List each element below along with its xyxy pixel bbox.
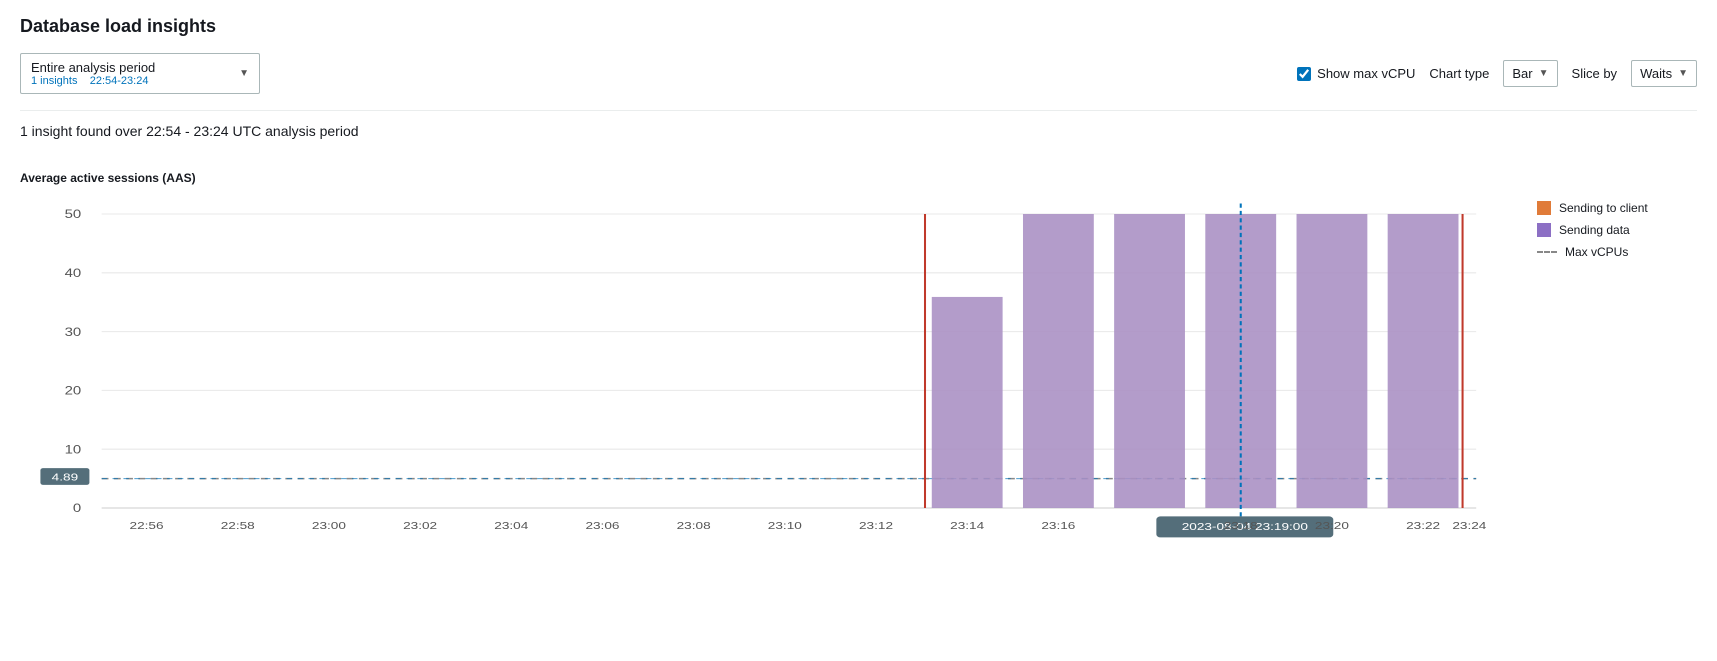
legend-label-max-vcpus: Max vCPUs (1565, 245, 1628, 259)
svg-text:23:24: 23:24 (1452, 519, 1486, 531)
svg-text:23:14: 23:14 (950, 519, 984, 531)
slice-by-label: Slice by (1572, 66, 1618, 81)
svg-text:23:08: 23:08 (677, 519, 711, 531)
legend-dash-max-vcpus (1537, 251, 1557, 253)
legend-color-purple (1537, 223, 1551, 237)
chart-type-arrow: ▼ (1539, 68, 1549, 79)
svg-text:10: 10 (65, 443, 82, 456)
page-container: Database load insights Entire analysis p… (0, 0, 1717, 632)
svg-text:23:02: 23:02 (403, 519, 437, 531)
svg-text:23:16: 23:16 (1041, 519, 1075, 531)
legend-item-sending-to-client: Sending to client (1537, 201, 1697, 215)
svg-text:22:56: 22:56 (130, 519, 164, 531)
slice-by-arrow: ▼ (1678, 68, 1688, 79)
svg-text:20: 20 (65, 384, 82, 397)
svg-text:23:06: 23:06 (585, 519, 619, 531)
svg-text:30: 30 (65, 325, 82, 338)
svg-text:23:12: 23:12 (859, 519, 893, 531)
svg-text:23:10: 23:10 (768, 519, 802, 531)
svg-text:23:18: 23:18 (1224, 519, 1258, 531)
chart-section: Average active sessions (AAS) 50 40 30 2… (20, 171, 1697, 616)
slice-by-value: Waits (1640, 66, 1672, 81)
show-max-vcpu-wrap[interactable]: Show max vCPU (1297, 66, 1415, 81)
legend-item-sending-data: Sending data (1537, 223, 1697, 237)
svg-text:4.89: 4.89 (52, 471, 79, 483)
period-select-inner: Entire analysis period 1 insights 22:54-… (31, 60, 155, 87)
legend-color-orange (1537, 201, 1551, 215)
chart-type-select-wrap[interactable]: Bar ▼ (1503, 60, 1557, 87)
chart-type-label: Chart type (1429, 66, 1489, 81)
svg-text:50: 50 (65, 208, 82, 221)
svg-text:23:22: 23:22 (1406, 519, 1440, 531)
insight-text: 1 insight found over 22:54 - 23:24 UTC a… (20, 110, 1697, 151)
svg-text:22:58: 22:58 (221, 519, 255, 531)
show-max-vcpu-label: Show max vCPU (1317, 66, 1415, 81)
period-dropdown-arrow: ▼ (239, 68, 249, 79)
svg-text:23:00: 23:00 (312, 519, 346, 531)
period-sub: 1 insights 22:54-23:24 (31, 75, 155, 87)
slice-by-select-wrap[interactable]: Waits ▼ (1631, 60, 1697, 87)
chart-svg: 50 40 30 20 10 0 4.89 (20, 193, 1517, 613)
period-selector[interactable]: Entire analysis period 1 insights 22:54-… (20, 53, 260, 94)
chart-y-axis-label: Average active sessions (AAS) (20, 171, 1517, 185)
legend-label-sending-data: Sending data (1559, 223, 1630, 237)
legend-item-max-vcpus: Max vCPUs (1537, 245, 1697, 259)
svg-text:23:20: 23:20 (1315, 519, 1349, 531)
legend-area: Sending to client Sending data Max vCPUs (1537, 171, 1697, 616)
svg-text:23:04: 23:04 (494, 519, 528, 531)
period-label: Entire analysis period (31, 60, 155, 75)
show-max-vcpu-checkbox[interactable] (1297, 67, 1311, 81)
page-title: Database load insights (20, 16, 1697, 37)
svg-text:0: 0 (73, 502, 81, 515)
legend-label-sending-to-client: Sending to client (1559, 201, 1648, 215)
right-controls: Show max vCPU Chart type Bar ▼ Slice by … (1297, 60, 1697, 87)
svg-text:40: 40 (65, 267, 82, 280)
chart-type-value: Bar (1512, 66, 1532, 81)
chart-area: Average active sessions (AAS) 50 40 30 2… (20, 171, 1517, 616)
controls-row: Entire analysis period 1 insights 22:54-… (20, 53, 1697, 94)
